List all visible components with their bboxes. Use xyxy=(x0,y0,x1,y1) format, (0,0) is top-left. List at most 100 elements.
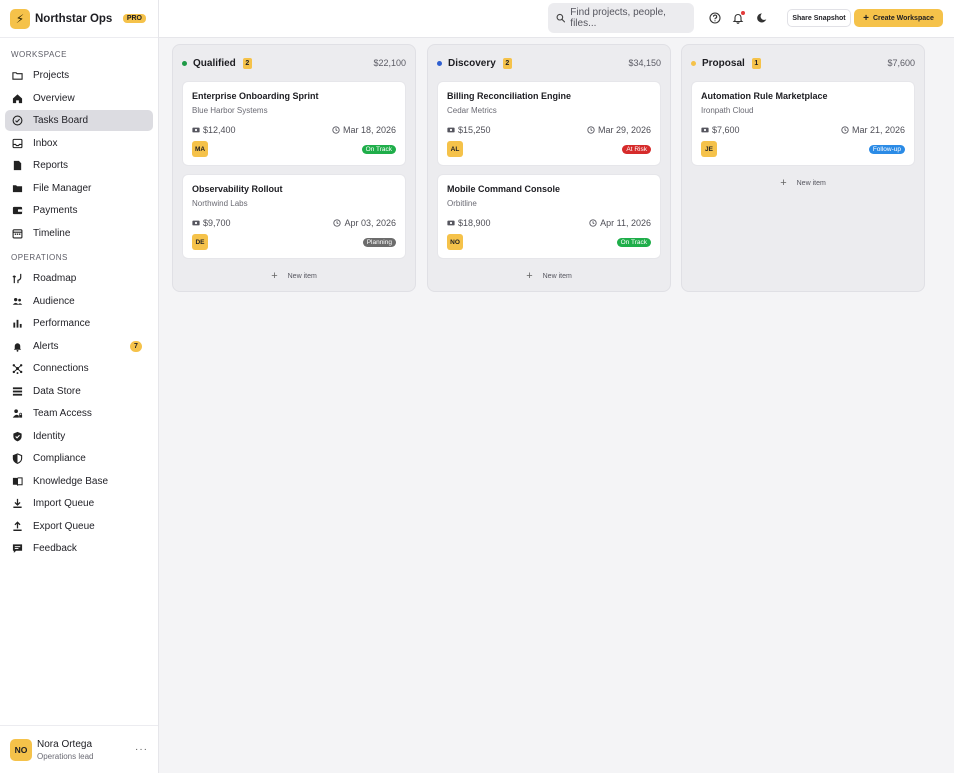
user-name: Nora Ortega xyxy=(37,738,93,750)
sidebar-item-file-manager[interactable]: File Manager xyxy=(5,178,153,199)
notification-dot xyxy=(741,11,745,15)
more-options-icon[interactable]: ··· xyxy=(135,744,148,755)
brand[interactable]: ⚡ Northstar Ops PRO xyxy=(0,0,158,38)
card-client: Blue Harbor Systems xyxy=(192,106,268,115)
sidebar-item-label: File Manager xyxy=(33,182,92,194)
sidebar-item-tasks-board[interactable]: Tasks Board xyxy=(5,110,153,131)
brand-name: Northstar Ops xyxy=(35,12,113,25)
create-workspace-button[interactable]: + Create Workspace xyxy=(854,9,943,27)
plus-icon: + xyxy=(863,12,869,24)
column-total: $22,100 xyxy=(373,58,406,68)
sidebar-item-feedback[interactable]: Feedback xyxy=(5,538,153,559)
card-date-value: Apr 03, 2026 xyxy=(344,218,396,228)
card-title: Billing Reconciliation Engine xyxy=(447,91,572,101)
column-status-dot xyxy=(691,60,696,66)
plus-icon: + xyxy=(271,270,278,282)
card-amount: $7,600 xyxy=(701,125,740,135)
sidebar-item-identity[interactable]: Identity xyxy=(5,426,153,447)
column-proposal: Proposal 1 $7,600 Automation Rule Market… xyxy=(681,44,925,292)
sidebar-item-payments[interactable]: Payments xyxy=(5,200,153,221)
sidebar-item-reports[interactable]: Reports xyxy=(5,155,153,176)
sidebar-item-team-access[interactable]: Team Access xyxy=(5,403,153,424)
share-snapshot-button[interactable]: Share Snapshot xyxy=(787,9,851,27)
card-client: Cedar Metrics xyxy=(447,106,497,115)
new-item-button[interactable]: + New item xyxy=(691,174,915,192)
moon-icon[interactable] xyxy=(755,11,769,25)
create-workspace-label: Create Workspace xyxy=(872,14,934,22)
help-icon[interactable] xyxy=(708,11,722,25)
shield-half-icon xyxy=(11,453,23,465)
new-item-button[interactable]: + New item xyxy=(437,267,661,285)
task-card[interactable]: Observability Rollout Northwind Labs $9,… xyxy=(182,174,406,259)
task-card[interactable]: Enterprise Onboarding Sprint Blue Harbor… xyxy=(182,81,406,166)
operations-nav: Roadmap Audience Performance Alerts 7 Co… xyxy=(0,268,158,559)
task-card[interactable]: Mobile Command Console Orbitline $18,900… xyxy=(437,174,661,259)
sidebar-item-label: Compliance xyxy=(33,453,86,464)
sidebar-item-performance[interactable]: Performance xyxy=(5,313,153,334)
download-icon xyxy=(11,498,23,510)
sidebar-item-label: Projects xyxy=(33,70,70,81)
column-header: Proposal 1 $7,600 xyxy=(682,45,924,81)
sidebar-item-projects[interactable]: Projects xyxy=(5,65,153,86)
avatar: NO xyxy=(447,234,463,250)
card-title: Automation Rule Marketplace xyxy=(701,91,828,101)
card-date-value: Mar 18, 2026 xyxy=(342,125,396,135)
card-due-date: Mar 21, 2026 xyxy=(841,125,905,135)
sidebar-item-inbox[interactable]: Inbox xyxy=(5,133,153,154)
avatar: AL xyxy=(447,141,463,157)
bell-icon[interactable] xyxy=(731,11,745,25)
column-header: Discovery 2 $34,150 xyxy=(428,45,670,81)
sidebar-item-roadmap[interactable]: Roadmap xyxy=(5,268,153,289)
sidebar-item-label: Payments xyxy=(33,205,78,216)
new-item-label: New item xyxy=(542,272,572,280)
card-amount-value: $7,600 xyxy=(712,125,740,135)
sidebar-item-connections[interactable]: Connections xyxy=(5,358,153,379)
column-title: Proposal xyxy=(702,57,745,69)
sidebar-item-knowledge-base[interactable]: Knowledge Base xyxy=(5,471,153,492)
column-count-badge: 2 xyxy=(502,57,512,69)
plan-badge: PRO xyxy=(122,14,146,23)
search-input[interactable]: Find projects, people, files... xyxy=(548,3,694,33)
sidebar-item-audience[interactable]: Audience xyxy=(5,291,153,312)
card-client: Ironpath Cloud xyxy=(701,106,754,115)
workspace-nav: Projects Overview Tasks Board Inbox Repo… xyxy=(0,65,158,244)
folder-icon xyxy=(11,70,23,82)
clock-icon xyxy=(841,126,849,134)
card-amount: $15,250 xyxy=(447,125,491,135)
bar-chart-icon xyxy=(11,318,23,330)
sidebar-item-export-queue[interactable]: Export Queue xyxy=(5,516,153,537)
avatar: JE xyxy=(701,141,717,157)
card-amount-value: $12,400 xyxy=(203,125,236,135)
check-circle-icon xyxy=(11,115,23,127)
sidebar-item-timeline[interactable]: Timeline xyxy=(5,223,153,244)
sidebar-item-overview[interactable]: Overview xyxy=(5,88,153,109)
sidebar-item-label: Identity xyxy=(33,430,66,442)
sidebar-item-compliance[interactable]: Compliance xyxy=(5,448,153,469)
new-item-label: New item xyxy=(287,272,317,280)
card-due-date: Mar 18, 2026 xyxy=(332,125,396,135)
money-icon xyxy=(447,220,455,226)
new-item-button[interactable]: + New item xyxy=(182,267,406,285)
sidebar-item-import-queue[interactable]: Import Queue xyxy=(5,493,153,514)
money-icon xyxy=(701,127,709,133)
calendar-icon xyxy=(11,227,23,239)
sidebar-item-data-store[interactable]: Data Store xyxy=(5,381,153,402)
bell-icon xyxy=(11,340,23,352)
sidebar-item-label: Inbox xyxy=(33,137,58,149)
user-role: Operations lead xyxy=(37,751,94,761)
sidebar-item-label: Connections xyxy=(33,363,89,374)
card-client: Orbitline xyxy=(447,199,477,208)
new-item-label: New item xyxy=(796,179,826,187)
book-icon xyxy=(11,475,23,487)
sidebar-item-label: Reports xyxy=(33,160,69,171)
clock-icon xyxy=(333,219,342,227)
card-date-value: Mar 21, 2026 xyxy=(851,125,905,135)
sidebar-item-alerts[interactable]: Alerts 7 xyxy=(5,336,153,357)
user-profile[interactable]: NO Nora Ortega Operations lead ··· xyxy=(0,725,158,773)
plus-icon: + xyxy=(526,270,533,282)
column-status-dot xyxy=(437,60,442,66)
sidebar-item-label: Team Access xyxy=(33,408,92,419)
network-icon xyxy=(11,363,23,375)
task-card[interactable]: Automation Rule Marketplace Ironpath Clo… xyxy=(691,81,915,166)
task-card[interactable]: Billing Reconciliation Engine Cedar Metr… xyxy=(437,81,661,166)
